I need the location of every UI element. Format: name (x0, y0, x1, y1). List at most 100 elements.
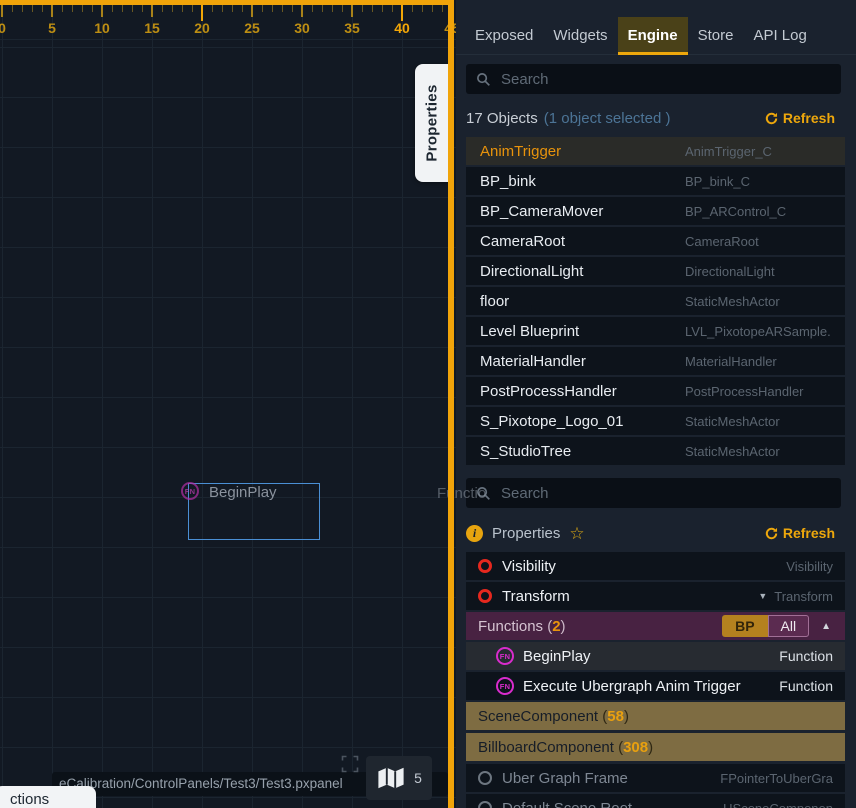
object-name: MaterialHandler (480, 353, 685, 370)
component-group-header[interactable]: SceneComponent (58) (466, 702, 845, 730)
component-group-header[interactable]: BillboardComponent (308) (466, 733, 845, 761)
object-type: DirectionalLight (685, 264, 831, 279)
object-row[interactable]: AnimTrigger AnimTrigger_C (466, 137, 845, 165)
properties-search-input[interactable] (499, 484, 831, 503)
object-row[interactable]: S_StudioTree StaticMeshActor (466, 437, 845, 465)
ruler-tick (301, 5, 303, 17)
property-name: Visibility (502, 558, 786, 575)
fn-badge-icon: FN (496, 647, 514, 665)
function-name: BeginPlay (523, 648, 779, 665)
canvas-grid (0, 0, 456, 808)
object-type: MaterialHandler (685, 354, 831, 369)
ruler-tick (151, 5, 153, 17)
functions-corner-tab-label: ctions (10, 791, 49, 808)
ruler-number: 35 (344, 20, 360, 36)
info-icon[interactable]: i (466, 525, 483, 542)
refresh-label: Refresh (783, 110, 835, 126)
objects-header: 17 Objects (1 object selected ) Refresh (466, 104, 841, 132)
property-name: Uber Graph Frame (502, 770, 720, 787)
minimap-button[interactable]: 5 (366, 756, 432, 800)
object-row[interactable]: DirectionalLight DirectionalLight (466, 257, 845, 285)
object-type: StaticMeshActor (685, 294, 831, 309)
ruler-tick (101, 5, 103, 17)
tab-api-log[interactable]: API Log (743, 17, 816, 54)
tab-widgets[interactable]: Widgets (543, 17, 617, 54)
fn-badge-icon: FN (181, 482, 199, 500)
refresh-properties-button[interactable]: Refresh (759, 524, 841, 542)
panel-tabbar: ExposedWidgetsEngineStoreAPI Log (456, 0, 856, 55)
object-row[interactable]: Level Blueprint LVL_PixotopeARSample.. (466, 317, 845, 345)
bp-filter-button[interactable]: BP (722, 615, 767, 637)
object-row[interactable]: S_Pixotope_Logo_01 StaticMeshActor (466, 407, 845, 435)
objects-selected-label: (1 object selected ) (544, 110, 671, 127)
objects-search[interactable] (466, 64, 841, 94)
property-type: ▼Transform (758, 589, 833, 604)
chevron-down-icon[interactable]: ▼ (758, 591, 767, 601)
property-row[interactable]: Visibility Visibility (466, 552, 845, 580)
all-filter-button[interactable]: All (768, 615, 810, 637)
property-row[interactable]: Transform ▼Transform (466, 582, 845, 610)
property-name: Default Scene Root (502, 800, 723, 808)
object-row[interactable]: PostProcessHandler PostProcessHandler (466, 377, 845, 405)
fn-badge-icon: FN (496, 677, 514, 695)
ruler-tick (1, 5, 3, 17)
function-name: Execute Ubergraph Anim Trigger (523, 678, 779, 695)
gray-ring-icon (478, 771, 492, 785)
tab-exposed[interactable]: Exposed (465, 17, 543, 54)
functions-group-header[interactable]: Functions (2) BP All ▲ (466, 612, 845, 640)
refresh-icon (765, 112, 778, 125)
object-name: AnimTrigger (480, 143, 685, 160)
property-name: Transform (502, 588, 758, 605)
function-label-bleed: Functio (437, 485, 486, 502)
favorite-star-icon[interactable]: ☆ (569, 525, 584, 542)
object-type: CameraRoot (685, 234, 831, 249)
property-type: Visibility (786, 559, 833, 574)
beginplay-node-title[interactable]: BeginPlay (209, 484, 277, 501)
refresh-label: Refresh (783, 525, 835, 541)
properties-side-tab[interactable]: Properties (415, 64, 448, 182)
search-icon (476, 72, 491, 87)
object-name: floor (480, 293, 685, 310)
properties-side-tab-label: Properties (423, 84, 440, 161)
property-type: FPointerToUberGra (720, 771, 833, 786)
properties-title: Properties (492, 525, 560, 542)
object-name: BP_CameraMover (480, 203, 685, 220)
function-row[interactable]: FN BeginPlay Function (466, 642, 845, 670)
tab-store[interactable]: Store (688, 17, 744, 54)
objects-count-label: 17 Objects (466, 110, 538, 127)
object-row[interactable]: MaterialHandler MaterialHandler (466, 347, 845, 375)
ruler-tick (251, 5, 253, 17)
ruler-number: 10 (94, 20, 110, 36)
canvas-border-top (0, 0, 454, 5)
graph-canvas[interactable]: 051015202530354045 Properties FN BeginPl… (0, 0, 456, 808)
object-row[interactable]: CameraRoot CameraRoot (466, 227, 845, 255)
object-name: CameraRoot (480, 233, 685, 250)
ruler-number: 0 (0, 20, 6, 36)
function-type: Function (779, 678, 833, 694)
collapse-icon[interactable]: ▲ (821, 621, 831, 632)
functions-corner-tab[interactable]: ctions (0, 786, 96, 808)
canvas-ruler: 051015202530354045 (0, 5, 456, 41)
ruler-tick (51, 5, 53, 17)
properties-list: Visibility Visibility Transform ▼Transfo… (466, 552, 845, 808)
canvas-border-right (448, 0, 454, 808)
objects-search-input[interactable] (499, 70, 831, 89)
property-type: USceneComponen (723, 801, 833, 808)
object-row[interactable]: BP_CameraMover BP_ARControl_C (466, 197, 845, 225)
object-row[interactable]: floor StaticMeshActor (466, 287, 845, 315)
red-ring-icon (478, 589, 492, 603)
tab-engine[interactable]: Engine (618, 17, 688, 54)
object-name: S_Pixotope_Logo_01 (480, 413, 685, 430)
property-row[interactable]: Uber Graph Frame FPointerToUberGra (466, 764, 845, 792)
group-name: Functions (2) (478, 618, 566, 635)
property-row[interactable]: Default Scene Root USceneComponen (466, 794, 845, 808)
ruler-number: 30 (294, 20, 310, 36)
object-row[interactable]: BP_bink BP_bink_C (466, 167, 845, 195)
ruler-number: 40 (394, 20, 410, 36)
properties-search[interactable] (466, 478, 841, 508)
object-type: LVL_PixotopeARSample.. (685, 324, 831, 339)
refresh-objects-button[interactable]: Refresh (759, 109, 841, 127)
function-row[interactable]: FN Execute Ubergraph Anim Trigger Functi… (466, 672, 845, 700)
expand-icon[interactable] (340, 754, 360, 779)
object-name: PostProcessHandler (480, 383, 685, 400)
